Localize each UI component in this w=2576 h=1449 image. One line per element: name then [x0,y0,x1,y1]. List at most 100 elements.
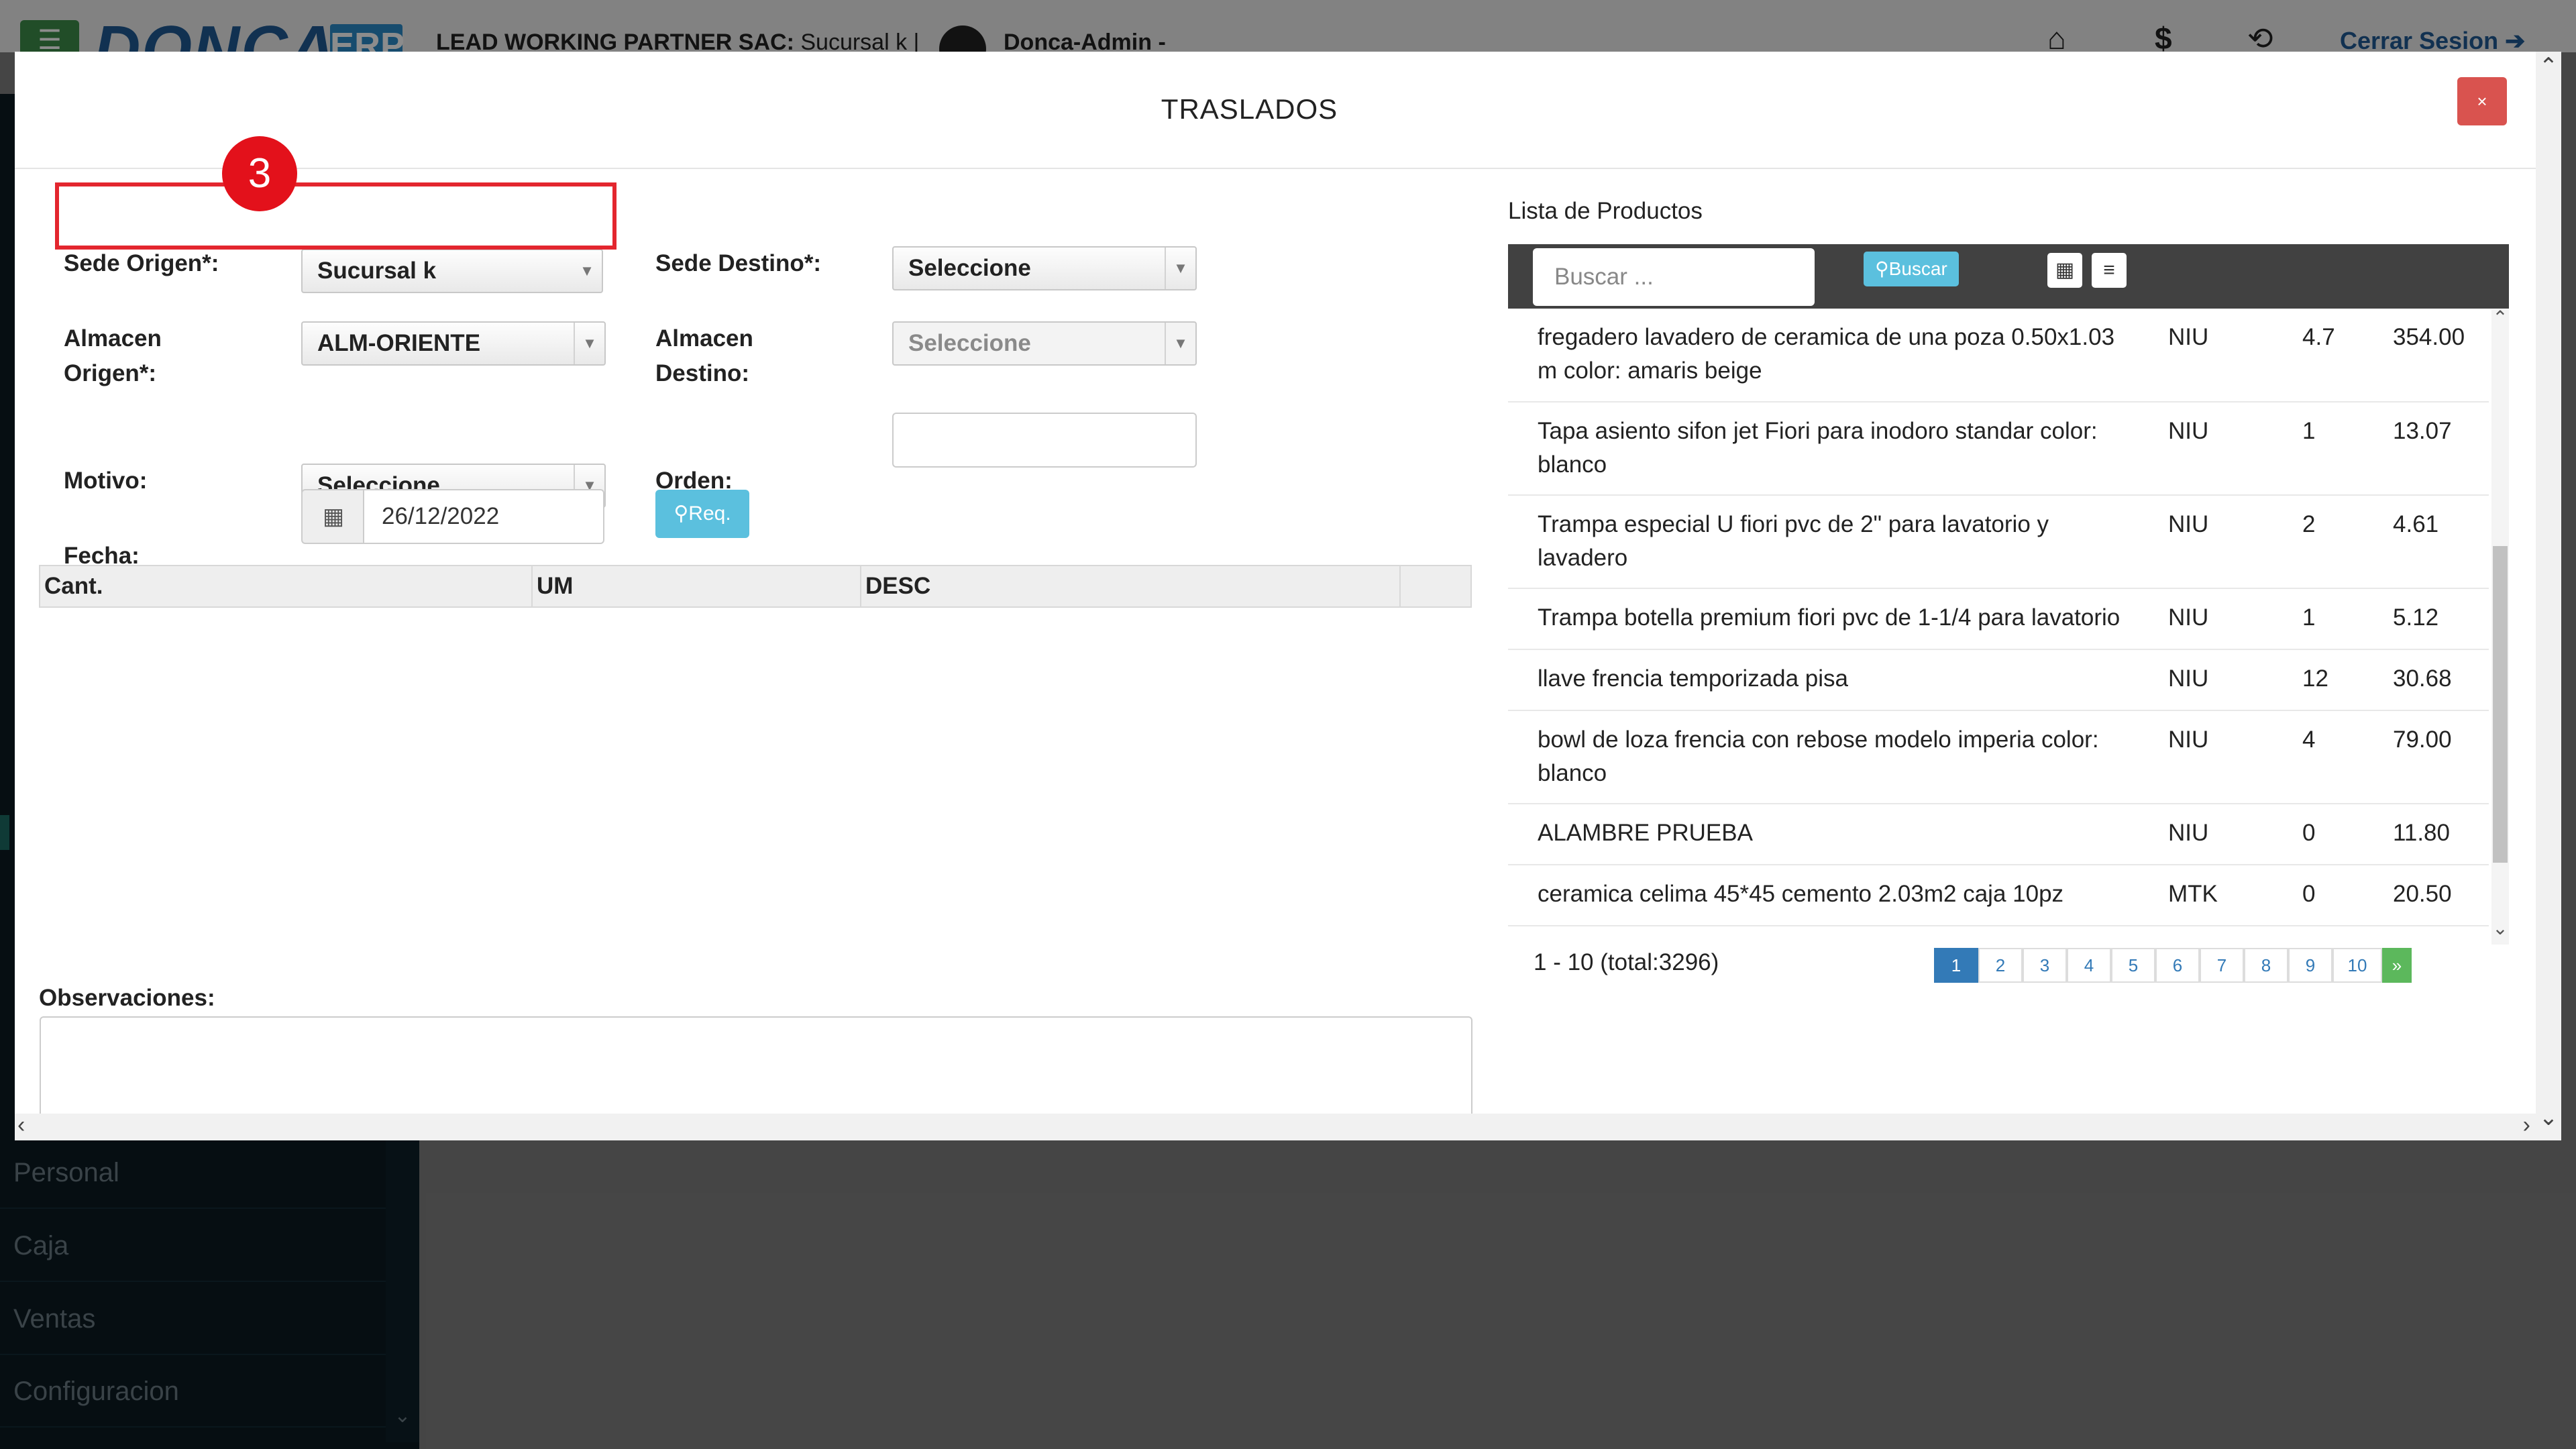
chevron-down-icon[interactable]: ⌄ [2491,917,2509,939]
almacen-origen-label: Almacen Origen*: [64,321,162,391]
search-icon: ⚲ [674,502,689,525]
product-desc: llave frencia temporizada pisa [1538,665,1849,692]
product-price: 30.68 [2393,665,2452,692]
product-qty: 0 [2302,820,2316,846]
fecha-input[interactable]: 26/12/2022 [363,489,604,544]
product-um: NIU [2168,665,2209,692]
page-2-button[interactable]: 2 [1978,948,2023,983]
chevron-up-icon[interactable]: ⌃ [2491,307,2509,329]
product-price: 79.00 [2393,727,2452,753]
list-item[interactable]: ceramica celima 45*45 cemento 2.03m2 caj… [1508,865,2489,926]
product-list-scroll-thumb[interactable] [2493,546,2508,863]
product-qty: 12 [2302,665,2328,692]
list-item[interactable]: fregadero lavadero de ceramica de una po… [1508,309,2489,402]
product-qty: 2 [2302,511,2316,537]
product-um: NIU [2168,604,2209,631]
page-4-button[interactable]: 4 [2067,948,2111,983]
page-1-button[interactable]: 1 [1934,948,1978,983]
almacen-origen-label-line1: Almacen [64,325,162,352]
chevron-down-icon: ▼ [1165,323,1195,364]
product-price: 11.80 [2393,820,2450,846]
modal-horizontal-scrollbar[interactable]: ‹ › [15,1112,2536,1140]
page-8-button[interactable]: 8 [2244,948,2288,983]
req-button-label: Req. [688,502,731,525]
almacen-origen-label-line2: Origen*: [64,360,157,386]
list-item[interactable]: llave frencia temporizada pisa NIU 12 30… [1508,650,2489,711]
almacen-origen-select[interactable]: ALM-ORIENTE ▼ [301,321,606,366]
list-item[interactable]: Trampa especial U fiori pvc de 2" para l… [1508,496,2489,589]
close-button[interactable]: × [2457,77,2507,125]
product-price: 13.07 [2393,418,2452,444]
motivo-label: Motivo: [64,468,148,494]
page-7-button[interactable]: 7 [2200,948,2244,983]
orden-input[interactable] [892,413,1197,468]
column-header-um[interactable]: UM [533,566,861,606]
calendar-icon[interactable]: ▦ [301,489,364,544]
sede-destino-label: Sede Destino*: [655,250,821,276]
chevron-down-icon: ▼ [1165,248,1195,289]
product-desc: Trampa especial U fiori pvc de 2" para l… [1538,511,2049,571]
product-desc: bowl de loza frencia con rebose modelo i… [1538,727,2099,786]
page-6-button[interactable]: 6 [2155,948,2200,983]
page-10-button[interactable]: 10 [2332,948,2382,983]
traslados-modal: TRASLADOS × Sede Origen*: Sucursal k ▼ S… [15,52,2561,1140]
product-qty: 1 [2302,418,2316,444]
req-button[interactable]: ⚲Req. [655,490,749,538]
chevron-left-icon[interactable]: ‹ [17,1112,25,1138]
product-um: NIU [2168,511,2209,537]
buscar-button[interactable]: ⚲Buscar [1864,252,1959,286]
product-price: 5.12 [2393,604,2439,631]
product-price: 354.00 [2393,324,2465,350]
sede-destino-value: Seleccione [908,255,1031,281]
page-5-button[interactable]: 5 [2111,948,2155,983]
grid-view-icon[interactable]: ▦ [2047,253,2082,288]
modal-vertical-scrollbar[interactable]: ⌃ ⌄ [2536,52,2561,1140]
chevron-down-icon: ▼ [580,262,594,279]
observaciones-label: Observaciones: [39,985,215,1011]
chevron-down-icon[interactable]: ⌄ [2536,1104,2561,1131]
modal-title: TRASLADOS [1161,93,1338,125]
chevron-down-icon: ▼ [574,323,604,364]
product-um: NIU [2168,324,2209,350]
almacen-destino-select[interactable]: Seleccione ▼ [892,321,1197,366]
list-item[interactable]: Trampa botella premium fiori pvc de 1-1/… [1508,589,2489,650]
product-um: MTK [2168,881,2218,907]
product-price: 4.61 [2393,511,2439,537]
list-item[interactable]: bowl de loza frencia con rebose modelo i… [1508,711,2489,804]
product-desc: ceramica celima 45*45 cemento 2.03m2 caj… [1538,881,2064,907]
almacen-destino-value: Seleccione [908,330,1031,356]
title-divider [15,168,2561,169]
step-highlight-box [55,182,616,250]
product-qty: 4.7 [2302,324,2335,350]
list-view-icon[interactable]: ≡ [2092,253,2127,288]
almacen-destino-label-line2: Destino: [655,360,749,386]
page-3-button[interactable]: 3 [2023,948,2067,983]
almacen-destino-label-line1: Almacen [655,325,753,352]
column-header-actions [1401,566,1470,606]
list-item[interactable]: ALAMBRE PRUEBA NIU 0 11.80 [1508,804,2489,865]
product-um: NIU [2168,820,2209,846]
product-list[interactable]: fregadero lavadero de ceramica de una po… [1508,309,2509,945]
page-9-button[interactable]: 9 [2288,948,2332,983]
product-qty: 0 [2302,881,2316,907]
sede-origen-value: Sucursal k [317,258,437,284]
list-item[interactable]: Tapa asiento sifon jet Fiori para inodor… [1508,402,2489,496]
product-search-input[interactable]: Buscar ... [1533,248,1815,306]
sede-destino-select[interactable]: Seleccione ▼ [892,246,1197,290]
almacen-destino-label: Almacen Destino: [655,321,753,391]
sede-origen-label: Sede Origen*: [64,250,219,276]
product-desc: fregadero lavadero de ceramica de una po… [1538,324,2115,384]
sede-origen-select[interactable]: Sucursal k ▼ [301,249,603,293]
next-page-button[interactable]: » [2382,948,2412,983]
pagination-summary: 1 - 10 (total:3296) [1534,949,1719,975]
chevron-up-icon[interactable]: ⌃ [2536,53,2561,80]
product-desc: Trampa botella premium fiori pvc de 1-1/… [1538,604,2121,631]
buscar-button-label: Buscar [1888,258,1947,279]
step-badge: 3 [222,136,297,211]
product-list-title: Lista de Productos [1508,198,1703,224]
column-header-desc[interactable]: DESC [861,566,1401,606]
chevron-right-icon[interactable]: › [2523,1112,2530,1138]
column-header-cant[interactable]: Cant. [40,566,533,606]
product-qty: 4 [2302,727,2316,753]
product-desc: Tapa asiento sifon jet Fiori para inodor… [1538,418,2098,478]
